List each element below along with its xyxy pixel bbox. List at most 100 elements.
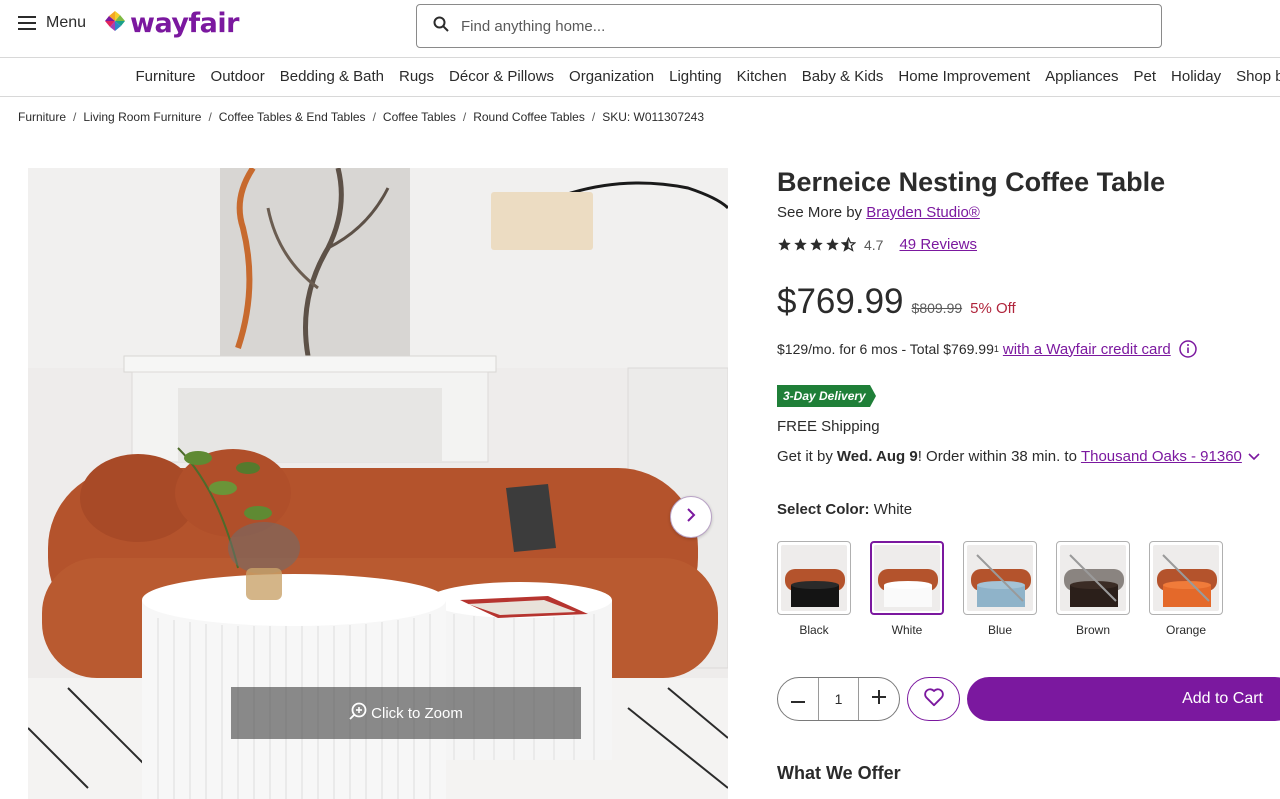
delivery-date: Wed. Aug 9 — [836, 448, 918, 465]
category-decor-pillows[interactable]: Décor & Pillows — [442, 68, 562, 85]
category-baby-kids[interactable]: Baby & Kids — [794, 68, 891, 85]
credit-card-link[interactable]: with a Wayfair credit card — [1003, 341, 1171, 358]
info-icon[interactable] — [1178, 340, 1197, 358]
wayfair-logo[interactable]: wayfair — [104, 8, 239, 39]
star-icon — [810, 238, 823, 251]
minus-icon — [790, 690, 805, 708]
category-pet[interactable]: Pet — [1126, 68, 1164, 85]
breadcrumb: Furniture / Living Room Furniture / Coffee… — [18, 110, 704, 124]
breadcrumb-sku: SKU: W011307243 — [602, 110, 705, 124]
category-furniture[interactable]: Furniture — [128, 68, 203, 85]
logo-pinwheel-icon — [104, 10, 126, 37]
swatch-thumbnail-orange — [1153, 545, 1219, 611]
delivery-prefix: Get it by — [777, 448, 833, 465]
search-bar[interactable] — [416, 4, 1162, 48]
category-organization[interactable]: Organization — [562, 68, 662, 85]
hamburger-icon — [18, 16, 36, 30]
swatch-thumbnail-blue — [967, 545, 1033, 611]
decrease-quantity-button[interactable] — [778, 678, 818, 720]
swatch-thumbnail-black — [781, 545, 847, 611]
star-icon — [826, 238, 839, 251]
category-bedding-bath[interactable]: Bedding & Bath — [272, 68, 391, 85]
star-rating — [777, 237, 856, 252]
category-appliances[interactable]: Appliances — [1038, 68, 1126, 85]
selected-color-value: White — [873, 501, 913, 518]
color-swatches: Black White Blue Brown Orange — [777, 541, 1223, 637]
logo-text: wayfair — [130, 8, 239, 39]
color-swatch-black[interactable]: Black — [777, 541, 851, 637]
quantity-stepper: 1 — [777, 677, 900, 721]
half-star-icon — [841, 237, 856, 252]
color-swatch-white[interactable]: White — [870, 541, 944, 637]
swatch-thumbnail-white — [874, 545, 940, 611]
current-price: $769.99 — [777, 282, 904, 321]
zoom-label: Click to Zoom — [371, 704, 463, 722]
discount-badge: 5% Off — [970, 300, 1016, 317]
reviews-link[interactable]: 49 Reviews — [899, 236, 977, 253]
category-shop-by-room[interactable]: Shop by Room — [1229, 68, 1280, 85]
zoom-in-icon — [349, 702, 367, 724]
menu-button[interactable]: Menu — [18, 14, 86, 32]
select-color-heading: Select Color: — [777, 501, 870, 518]
free-shipping: FREE Shipping — [777, 418, 880, 435]
next-image-button[interactable] — [670, 496, 712, 538]
financing-footnote: 1 — [993, 344, 999, 354]
search-input[interactable] — [461, 17, 1121, 35]
color-name: Brown — [1075, 623, 1110, 637]
price-row: $769.99 $809.99 5% Off — [777, 282, 1016, 322]
color-swatch-orange[interactable]: Orange — [1149, 541, 1223, 637]
swatch-thumbnail-brown — [1060, 545, 1126, 611]
color-swatch-brown[interactable]: Brown — [1056, 541, 1130, 637]
delivery-badge: 3-Day Delivery — [777, 385, 876, 407]
plus-icon — [872, 689, 887, 709]
star-icon — [778, 238, 791, 251]
breadcrumb-item[interactable]: Coffee Tables — [383, 110, 456, 124]
category-nav: Furniture Outdoor Bedding & Bath Rugs Dé… — [0, 59, 1280, 97]
brand-line: See More by Brayden Studio® — [777, 204, 980, 221]
breadcrumb-separator: / — [372, 110, 376, 124]
brand-prefix: See More by — [777, 204, 863, 221]
color-name: Blue — [987, 623, 1013, 637]
increase-quantity-button[interactable] — [859, 678, 899, 720]
delivery-location-link[interactable]: Thousand Oaks - 91360 — [1081, 448, 1242, 465]
category-lighting[interactable]: Lighting — [662, 68, 730, 85]
search-icon — [433, 16, 449, 37]
breadcrumb-separator: / — [591, 110, 596, 124]
chevron-down-icon[interactable] — [1248, 452, 1260, 461]
category-rugs[interactable]: Rugs — [391, 68, 441, 85]
delivery-suffix: ! Order within 38 min. to — [917, 448, 1077, 465]
category-home-improvement[interactable]: Home Improvement — [891, 68, 1038, 85]
color-name: Orange — [1165, 623, 1207, 637]
breadcrumb-item[interactable]: Coffee Tables & End Tables — [219, 110, 366, 124]
financing-line: $129/mo. for 6 mos - Total $769.99 1 with… — [777, 340, 1197, 358]
breadcrumb-item[interactable]: Living Room Furniture — [83, 110, 201, 124]
breadcrumb-separator: / — [462, 110, 467, 124]
product-image[interactable]: Click to Zoom — [28, 168, 728, 799]
quantity-value[interactable]: 1 — [817, 678, 860, 720]
brand-link[interactable]: Brayden Studio® — [866, 204, 980, 221]
site-header: Menu wayfair — [0, 0, 1280, 58]
breadcrumb-item[interactable]: Furniture — [18, 110, 66, 124]
select-color-label: Select Color: White — [777, 501, 912, 518]
category-holiday[interactable]: Holiday — [1164, 68, 1229, 85]
rating-score: 4.7 — [864, 236, 884, 253]
product-title: Berneice Nesting Coffee Table — [777, 167, 1166, 197]
breadcrumb-separator: / — [73, 110, 77, 124]
menu-label: Menu — [46, 14, 87, 31]
color-name: White — [891, 623, 923, 637]
add-to-cart-button[interactable]: Add to Cart — [967, 677, 1280, 721]
color-name: Black — [799, 623, 829, 637]
delivery-badge-tip — [869, 385, 876, 407]
favorite-button[interactable] — [907, 677, 960, 721]
color-swatch-blue[interactable]: Blue — [963, 541, 1037, 637]
category-outdoor[interactable]: Outdoor — [203, 68, 272, 85]
delivery-estimate: Get it by Wed. Aug 9! Order within 38 mi… — [777, 448, 1260, 465]
click-to-zoom[interactable]: Click to Zoom — [231, 687, 581, 739]
chevron-right-icon — [686, 507, 696, 527]
breadcrumb-item[interactable]: Round Coffee Tables — [473, 110, 585, 124]
delivery-badge-label: 3-Day Delivery — [777, 385, 870, 407]
what-we-offer-heading: What We Offer — [777, 763, 901, 783]
original-price: $809.99 — [911, 300, 963, 316]
category-kitchen[interactable]: Kitchen — [729, 68, 794, 85]
star-icon — [794, 238, 807, 251]
